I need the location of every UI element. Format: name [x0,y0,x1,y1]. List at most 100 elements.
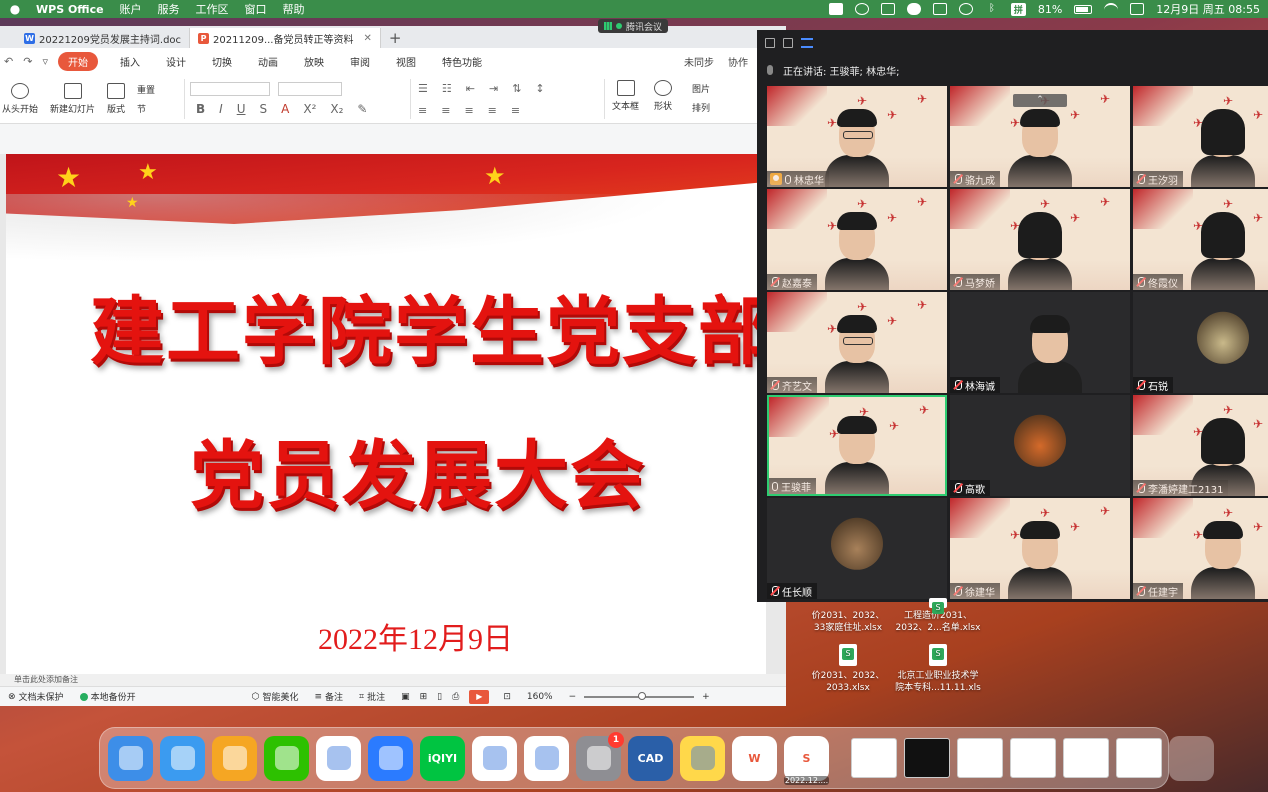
dock-app-baidu-netdisk[interactable] [472,735,517,781]
bold-icon[interactable]: B [196,102,205,116]
wechat-tray-icon[interactable] [906,3,921,15]
section-button[interactable]: 节 [137,102,155,115]
dock-app-qq[interactable] [316,735,361,781]
dock-app-wps[interactable]: W [732,735,777,781]
align-left-icon[interactable]: ≡ [418,104,427,117]
reset-button[interactable]: 重置 [137,83,155,96]
minimized-window-thumbnail[interactable] [904,738,950,778]
slide-title[interactable]: 建工学院学生党支部 [90,272,766,379]
menu-workspace[interactable]: 工作区 [196,1,229,17]
scroll-up-button[interactable]: ⌃ [1013,94,1067,107]
arrange-button[interactable]: 排列 [692,101,710,114]
slide-subtitle[interactable]: 党员发展大会 [190,416,646,523]
wps-tray-icon[interactable] [828,3,843,15]
doc-unprotected[interactable]: ⊗ 文档未保护 [8,690,64,704]
fit-icon[interactable]: ⊡ [503,692,511,702]
participant-tile[interactable]: ✈✈✈✈王汐羽 [1133,86,1268,187]
reading-view-icon[interactable]: ▯ [437,692,442,702]
control-center-icon[interactable] [1130,3,1145,15]
indent-decrease-icon[interactable]: ⇤ [466,82,475,95]
dock-app-safari[interactable] [160,735,205,781]
distribute-icon[interactable]: ≡ [511,104,520,117]
dock-app-lark[interactable] [368,735,413,781]
slide[interactable]: ★ ★ ★ ★ 建工学院学生党支部 党员发展大会 2022年12月9日 [6,154,766,674]
align-center-icon[interactable]: ≡ [441,104,450,117]
tab-review[interactable]: 审阅 [350,54,370,69]
participant-tile[interactable]: 高歌 [950,395,1130,496]
tab-features[interactable]: 特色功能 [442,54,482,69]
normal-view-icon[interactable]: ▣ [401,692,410,702]
participant-tile[interactable]: ✈ ✈ ✈ ✈ 徐建华 [950,498,1130,599]
maximize-icon[interactable] [783,38,793,48]
subscript-icon[interactable]: X₂ [330,102,343,116]
minimized-window-thumbnail[interactable] [957,738,1003,778]
tab-animation[interactable]: 动画 [258,54,278,69]
menu-icon[interactable] [801,38,813,48]
qq-tray-icon[interactable] [880,3,895,15]
zoom-level[interactable]: 160% [527,692,553,702]
layout-button[interactable]: 版式 [107,82,125,115]
line-spacing-icon[interactable]: ↕ [535,82,544,95]
desktop-file[interactable]: 北京工业职业技术学 院本专科...11.11.xls [888,644,988,694]
wifi-icon[interactable] [1104,3,1119,15]
dock-app-wechat[interactable] [264,735,309,781]
minimized-window-thumbnail[interactable] [1010,738,1056,778]
comments-button[interactable]: ⌗ 批注 [359,690,385,704]
justify-icon[interactable]: ≡ [488,104,497,117]
sync-button[interactable]: 未同步 [684,54,714,69]
tab-design[interactable]: 设计 [166,54,186,69]
redo-icon[interactable]: ↷ [23,55,32,68]
dock-app-finder[interactable] [108,735,153,781]
minimized-window-thumbnail[interactable] [851,738,897,778]
minimized-window-thumbnail[interactable] [1063,738,1109,778]
dock-app-wps-sheet[interactable]: S 2022.12.... [784,735,829,785]
minimized-window-thumbnail[interactable] [1116,738,1162,778]
desktop-file[interactable]: 价2031、2032、 33家庭住址.xlsx [806,610,890,634]
bluetooth-icon[interactable]: ᛒ [985,3,999,15]
highlight-icon[interactable]: ✎ [357,102,367,116]
undo-icon[interactable]: ↶ [4,55,13,68]
menu-help[interactable]: 帮助 [283,1,305,17]
play-slideshow-button[interactable]: ▶ [469,689,490,704]
airdrop-icon[interactable] [958,3,973,15]
tab-insert[interactable]: 插入 [120,54,140,69]
picture-button[interactable]: 图片 [692,82,710,95]
textbox-button[interactable]: 文本框 [612,80,639,112]
collaborate-button[interactable]: 协作 [728,54,748,69]
tab-transition[interactable]: 切换 [212,54,232,69]
desktop-file[interactable]: 价2031、2032、 2033.xlsx [806,644,890,694]
superscript-icon[interactable]: X² [303,102,316,116]
add-tab-icon[interactable]: + [381,28,410,48]
font-color-icon[interactable]: A [281,102,289,116]
dock-app-notes[interactable] [680,735,725,781]
underline-icon[interactable]: U [237,102,246,116]
smart-beautify-button[interactable]: ⬡ 智能美化 [252,690,299,704]
participant-tile[interactable]: ✈ ✈ ✈ ✈ 王骏菲 [767,395,947,496]
desktop-file[interactable]: 工程造价2031、 2032、2...名单.xlsx [892,598,984,634]
zoom-slider[interactable] [584,691,695,700]
participant-tile[interactable]: ✈ ✈ ✈ ✈ 林忠华 [767,86,947,187]
battery-icon[interactable] [1074,4,1093,14]
zoom-in-icon[interactable]: + [702,692,710,702]
start-slideshow-button[interactable]: 从头开始 [2,82,38,115]
participant-tile[interactable]: ✈ ✈ ✈ ✈ 齐艺文 [767,292,947,393]
trash-icon[interactable] [1169,735,1214,781]
participant-tile[interactable]: 石锐 [1133,292,1268,393]
local-backup[interactable]: 本地备份开 [79,690,136,703]
customize-icon[interactable]: ▿ [42,55,48,68]
align-right-icon[interactable]: ≡ [464,104,473,117]
notes-button[interactable]: ≡ 备注 [314,690,343,704]
doc-tab-doc[interactable]: W 20221209党员发展主持词.doc [16,28,191,48]
font-family-select[interactable] [190,82,270,96]
minimize-icon[interactable] [765,38,775,48]
dock-app-cad[interactable]: CAD [628,735,673,781]
menu-app-name[interactable]: WPS Office [36,3,104,16]
text-direction-icon[interactable]: ⇅ [512,82,521,95]
dock-app-system-settings[interactable]: 1 [576,731,624,781]
indent-increase-icon[interactable]: ⇥ [489,82,498,95]
notes-placeholder[interactable]: 单击此处添加备注 [0,674,786,686]
bullets-icon[interactable]: ☰ [418,82,428,95]
doc-tab-ppt[interactable]: P 20211209...备党员转正等资料 ✕ [190,28,381,48]
close-icon[interactable]: ✕ [363,33,371,44]
participant-tile[interactable]: ✈✈✈✈任建宇 [1133,498,1268,599]
